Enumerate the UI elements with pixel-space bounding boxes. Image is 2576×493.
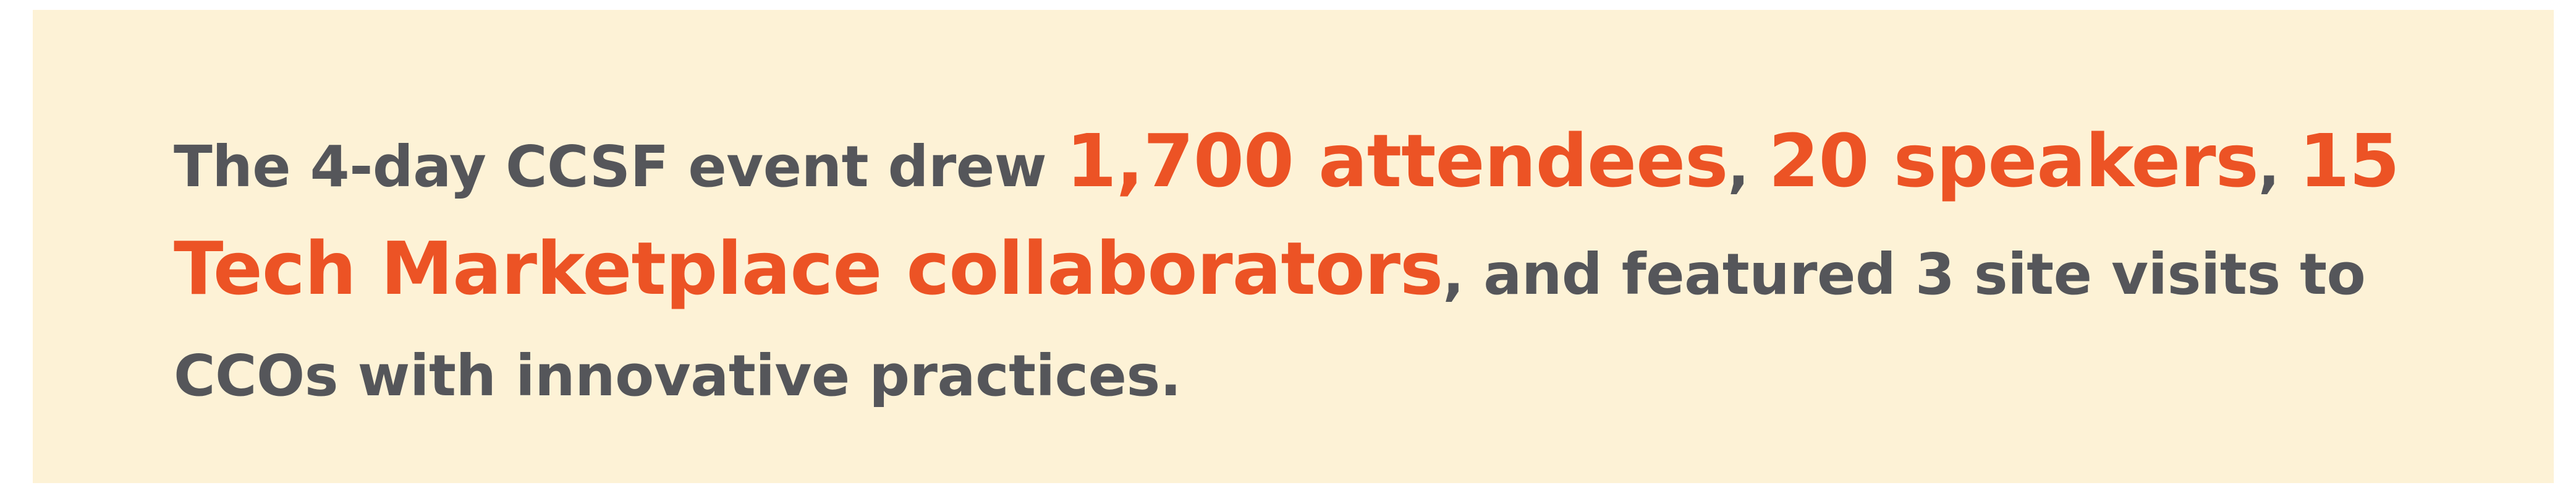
summary-intro-text: The 4-day CCSF event drew	[174, 134, 1066, 200]
event-summary-text: The 4-day CCSF event drew 1,700 attendee…	[174, 110, 2473, 427]
attendees-stat: 1,700 attendees	[1066, 118, 1729, 204]
speakers-stat: 20 speakers	[1768, 118, 2258, 204]
separator-text: ,	[1727, 134, 1769, 200]
separator-text: ,	[2258, 134, 2299, 200]
stats-callout-box: The 4-day CCSF event drew 1,700 attendee…	[33, 10, 2554, 483]
